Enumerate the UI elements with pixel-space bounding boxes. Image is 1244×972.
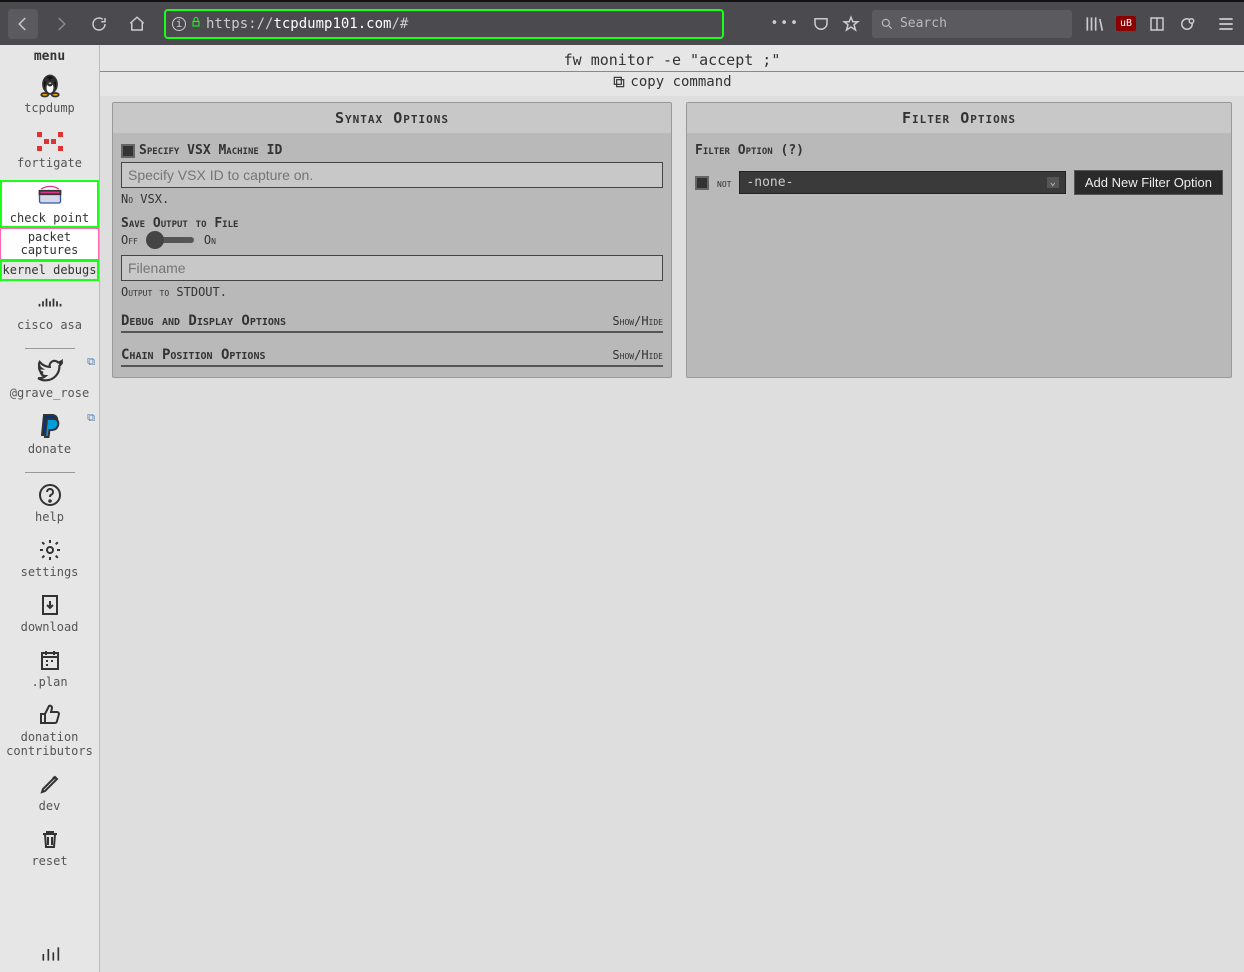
sidebar-item-plan[interactable]: .plan <box>0 644 99 691</box>
gear-icon <box>36 536 64 564</box>
add-filter-button[interactable]: Add New Filter Option <box>1074 170 1223 195</box>
fortigate-icon <box>36 127 64 155</box>
thumbs-up-icon <box>36 701 64 729</box>
ublock-icon[interactable]: uB <box>1116 16 1136 31</box>
reload-button[interactable] <box>84 9 114 39</box>
pocket-icon[interactable] <box>812 15 830 33</box>
vsx-label: Specify VSX Machine ID <box>121 143 663 158</box>
reader-icon[interactable] <box>1148 15 1166 33</box>
filter-options-panel: Filter Options Filter Option (?) not -no… <box>686 102 1232 378</box>
trash-icon <box>36 825 64 853</box>
sub-item-kernel-debugs[interactable]: kernel debugs <box>0 260 99 281</box>
browser-toolbar: i https://tcpdump101.com/# ••• Search uB <box>0 0 1244 45</box>
filter-panel-title: Filter Options <box>687 103 1231 133</box>
output-hint: Output to STDOUT. <box>121 285 663 299</box>
tux-icon <box>36 72 64 100</box>
home-button[interactable] <box>122 9 152 39</box>
arrow-right-icon <box>52 15 70 33</box>
sidebar-item-reset[interactable]: reset <box>0 823 99 870</box>
search-placeholder: Search <box>900 16 947 31</box>
sidebar-item-dev[interactable]: dev <box>0 768 99 815</box>
calendar-icon <box>36 646 64 674</box>
url-bar[interactable]: i https://tcpdump101.com/# <box>164 9 724 39</box>
sidebar-item-fortigate[interactable]: fortigate <box>0 125 99 172</box>
on-label: On <box>204 233 216 247</box>
extension-icon[interactable] <box>1178 15 1196 33</box>
arrow-left-icon <box>14 15 32 33</box>
url-text: https://tcpdump101.com/# <box>206 16 408 32</box>
command-output: fw monitor -e "accept ;" <box>100 45 1244 72</box>
syntax-options-panel: Syntax Options Specify VSX Machine ID No… <box>112 102 672 378</box>
forward-button[interactable] <box>46 9 76 39</box>
lock-icon <box>190 16 202 32</box>
output-toggle[interactable] <box>148 237 194 243</box>
chevron-down-icon: ⌄ <box>1047 177 1059 188</box>
search-box[interactable]: Search <box>872 10 1072 38</box>
sub-item-packet-captures[interactable]: packet captures <box>0 228 99 260</box>
copy-command[interactable]: copy command <box>100 72 1244 96</box>
vsx-checkbox[interactable] <box>121 144 135 158</box>
checkpoint-submenu: packet captures kernel debugs <box>0 228 99 282</box>
copy-icon <box>612 75 626 89</box>
vsx-hint: No VSX. <box>121 192 663 206</box>
stats-icon[interactable] <box>40 944 60 968</box>
off-label: Off <box>121 233 138 247</box>
paypal-icon <box>36 413 64 441</box>
sidebar-item-cisco-asa[interactable]: cisco asa <box>0 287 99 334</box>
sidebar-item-help[interactable]: help <box>0 479 99 526</box>
not-checkbox[interactable] <box>695 176 709 190</box>
divider <box>25 472 75 473</box>
sidebar-title: menu <box>34 49 65 64</box>
download-icon <box>36 591 64 619</box>
filter-dropdown[interactable]: -none- ⌄ <box>739 171 1065 194</box>
cisco-icon <box>36 289 64 317</box>
divider <box>25 348 75 349</box>
info-icon: i <box>172 17 186 31</box>
library-icon[interactable] <box>1084 14 1104 34</box>
sidebar: menu tcpdump fortigate <box>0 45 100 972</box>
sidebar-item-checkpoint[interactable]: check point <box>0 180 99 227</box>
search-icon <box>880 17 894 31</box>
home-icon <box>128 15 146 33</box>
external-link-icon: ⧉ <box>87 355 95 369</box>
filter-option-label: Filter Option (?) <box>695 143 1223 158</box>
save-output-label: Save Output to File <box>121 216 663 231</box>
external-link-icon: ⧉ <box>87 411 95 425</box>
not-label: not <box>717 176 731 190</box>
back-button[interactable] <box>8 9 38 39</box>
sidebar-item-tcpdump[interactable]: tcpdump <box>0 70 99 117</box>
debug-section-header[interactable]: Debug and Display Options Show/Hide <box>121 313 663 333</box>
more-icon[interactable]: ••• <box>770 16 799 31</box>
twitter-icon <box>36 357 64 385</box>
sidebar-item-donate[interactable]: ⧉ donate <box>0 411 99 458</box>
vsx-input[interactable] <box>121 162 663 188</box>
sidebar-item-settings[interactable]: settings <box>0 534 99 581</box>
chain-section-header[interactable]: Chain Position Options Show/Hide <box>121 347 663 367</box>
menu-button[interactable] <box>1216 14 1236 34</box>
bookmark-icon[interactable] <box>842 15 860 33</box>
sidebar-item-download[interactable]: download <box>0 589 99 636</box>
sidebar-item-contributors[interactable]: donation contributors <box>0 699 99 759</box>
checkpoint-icon <box>36 182 64 210</box>
syntax-panel-title: Syntax Options <box>113 103 671 133</box>
main-content: fw monitor -e "accept ;" copy command Sy… <box>100 45 1244 972</box>
pencil-icon <box>36 770 64 798</box>
help-icon <box>36 481 64 509</box>
filename-input[interactable] <box>121 255 663 281</box>
sidebar-item-twitter[interactable]: ⧉ @grave_rose <box>0 355 99 402</box>
reload-icon <box>90 15 108 33</box>
